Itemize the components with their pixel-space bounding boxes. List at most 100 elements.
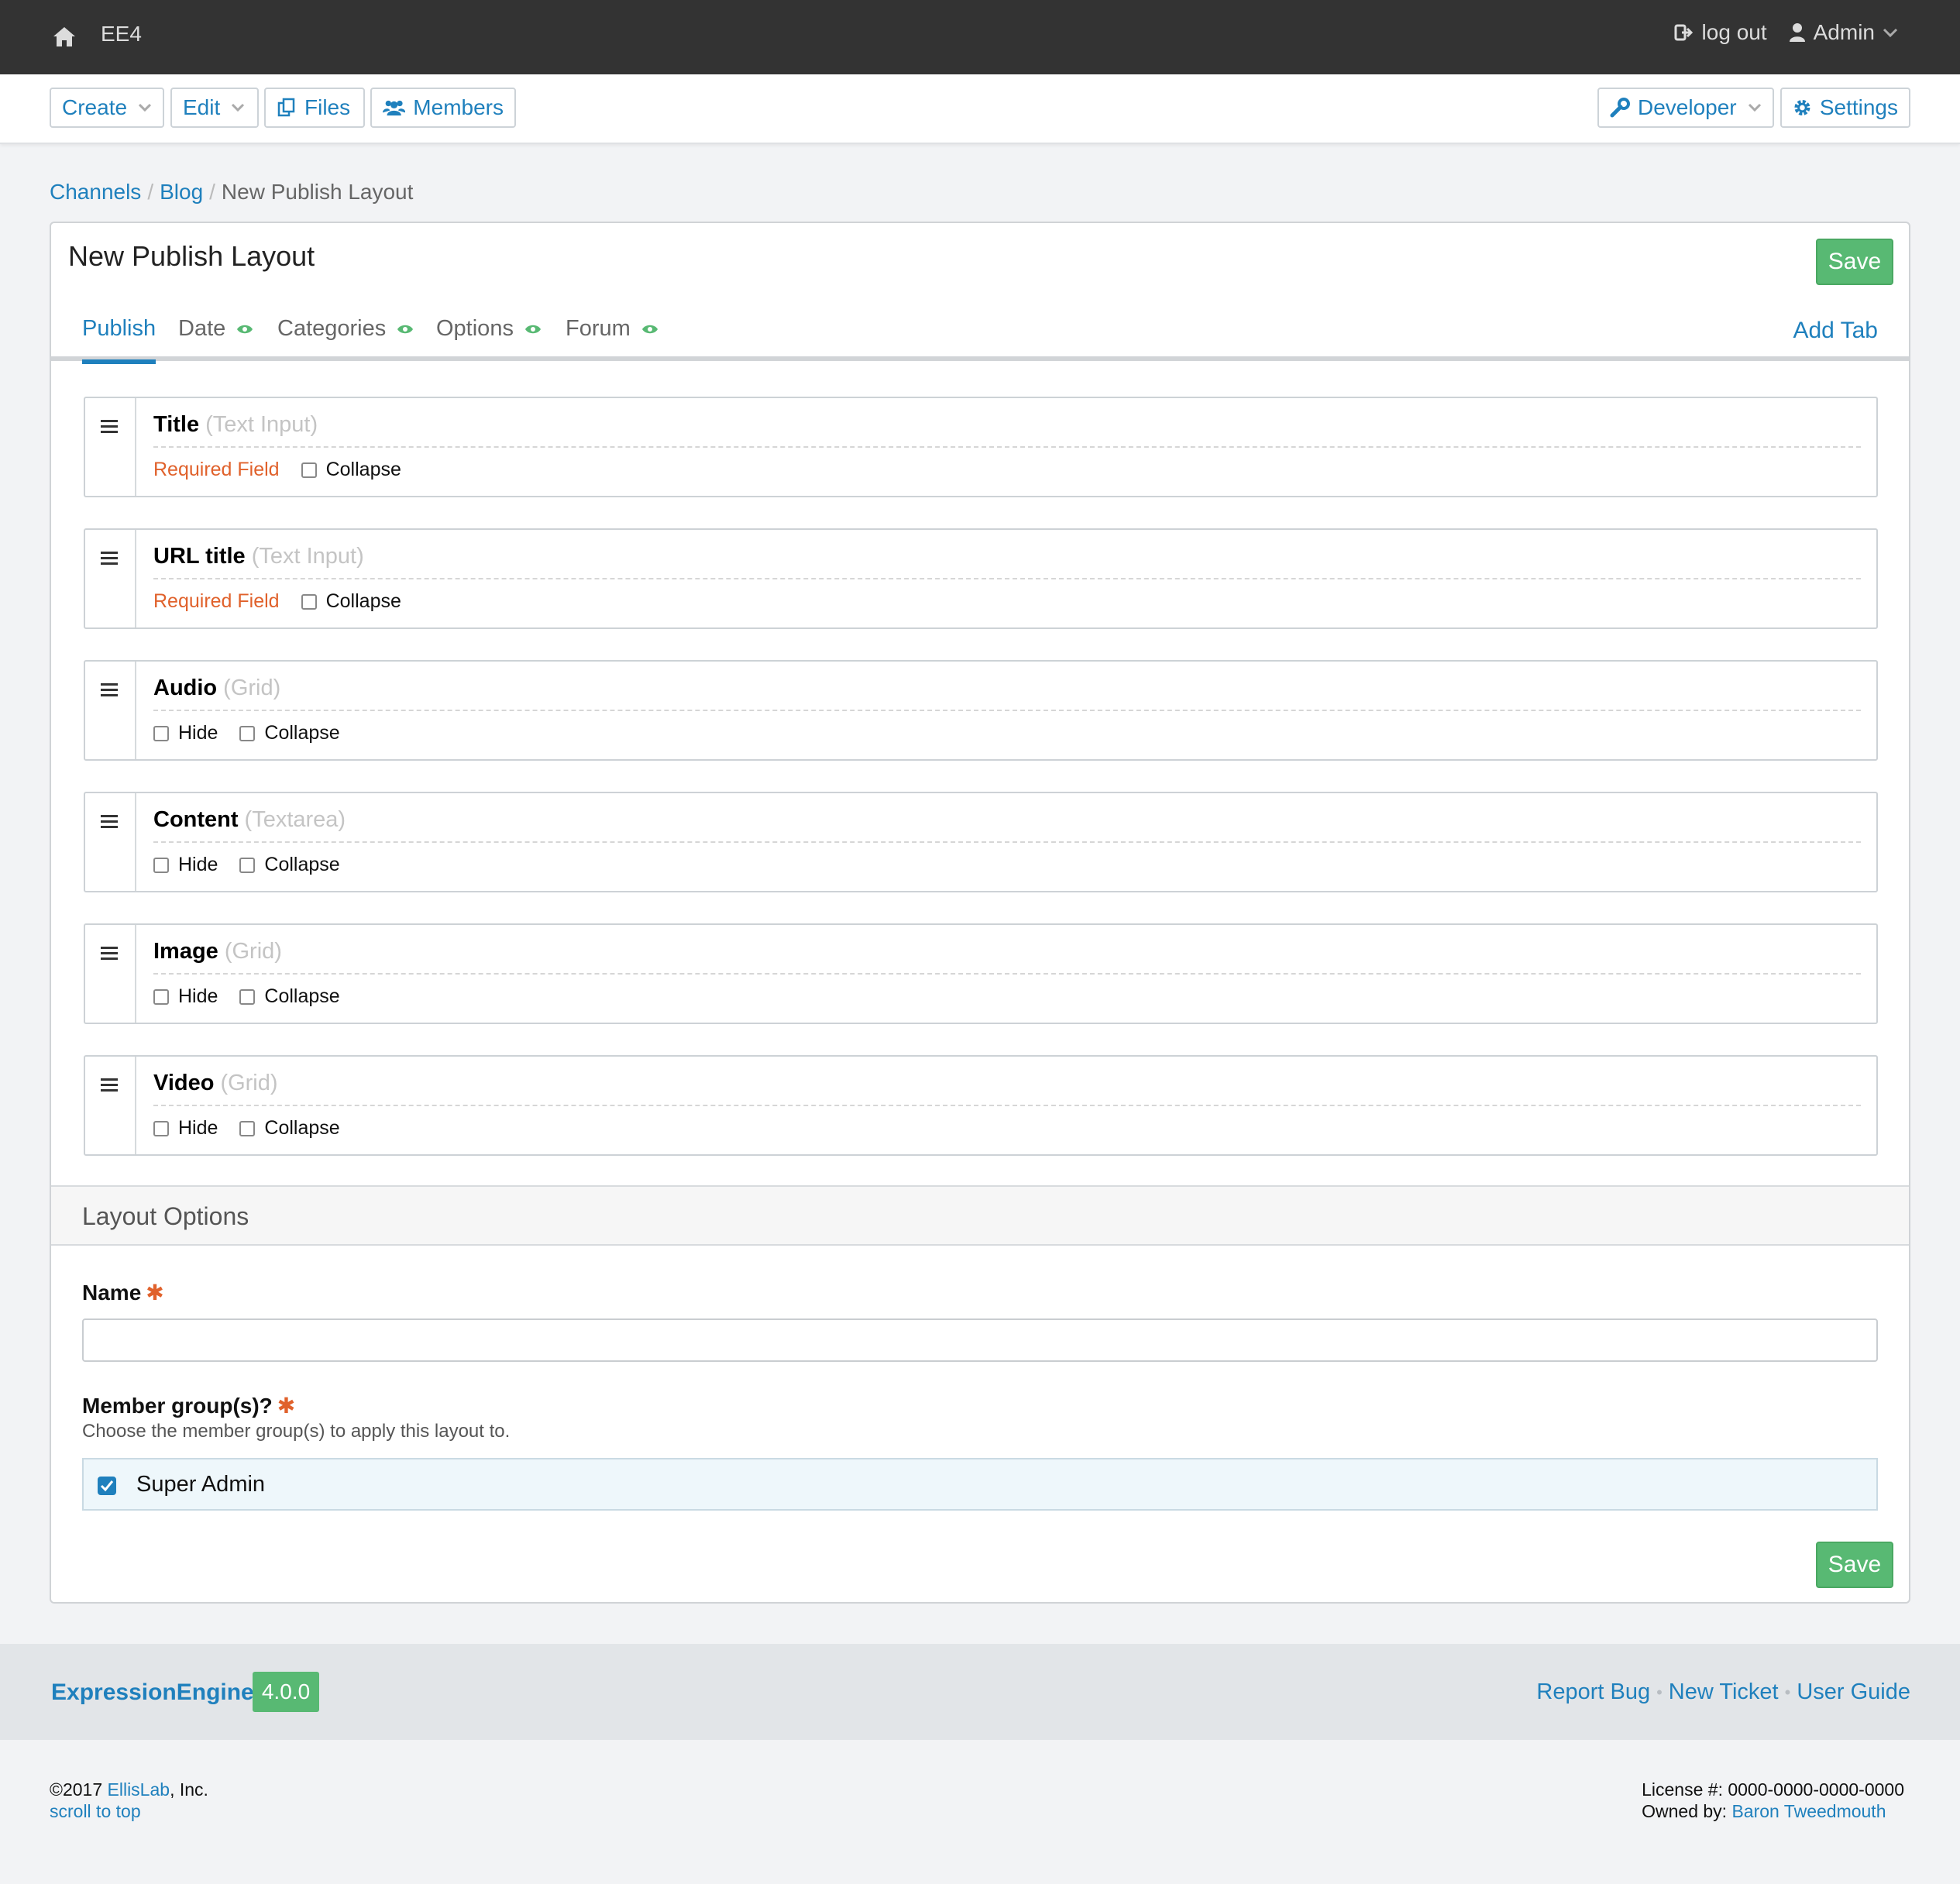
owner-link[interactable]: Baron Tweedmouth [1731, 1801, 1886, 1821]
check-icon [100, 1480, 114, 1492]
drag-handle[interactable] [85, 793, 136, 891]
hide-checkbox[interactable] [153, 725, 169, 741]
collapse-checkbox[interactable] [301, 462, 317, 478]
tab-date[interactable]: Date [178, 316, 253, 342]
logout-icon [1674, 24, 1693, 41]
save-button-top[interactable]: Save [1816, 239, 1893, 285]
drag-handle[interactable] [85, 398, 136, 496]
ellislab-link[interactable]: EllisLab [108, 1779, 170, 1800]
new-ticket-link[interactable]: New Ticket [1669, 1679, 1779, 1705]
owned-by-label: Owned by: [1642, 1801, 1732, 1821]
tab-publish[interactable]: Publish [82, 316, 156, 364]
field-type: (Textarea) [244, 807, 346, 832]
super-admin-checkbox[interactable] [98, 1477, 116, 1495]
collapse-option[interactable]: Collapse [239, 722, 340, 744]
create-label: Create [62, 95, 128, 119]
breadcrumb-blog[interactable]: Blog [160, 180, 203, 204]
required-star-icon: ✱ [146, 1281, 164, 1305]
collapse-option[interactable]: Collapse [301, 590, 401, 613]
drag-handle[interactable] [85, 1057, 136, 1154]
field-name-text: Content [153, 807, 239, 832]
layout-options-heading: Layout Options [51, 1185, 1909, 1246]
eye-icon[interactable] [397, 324, 414, 335]
tab-options[interactable]: Options [436, 316, 542, 342]
field-name-text: URL title [153, 544, 246, 569]
scroll-to-top-link[interactable]: scroll to top [50, 1801, 141, 1821]
collapse-checkbox[interactable] [239, 988, 256, 1005]
hide-option[interactable]: Hide [153, 1117, 218, 1140]
report-bug-link[interactable]: Report Bug [1536, 1679, 1650, 1705]
field-type: (Grid) [220, 1071, 278, 1095]
copyright-prefix: ©2017 [50, 1779, 108, 1800]
settings-button[interactable]: Settings [1780, 88, 1910, 128]
layout-form-box: New Publish Layout Save Publish Date Cat… [50, 222, 1910, 1604]
hide-checkbox[interactable] [153, 1120, 169, 1136]
collapse-option[interactable]: Collapse [239, 854, 340, 876]
field-row-content[interactable]: Content (Textarea) Hide Collapse [84, 792, 1878, 892]
home-icon[interactable] [51, 25, 77, 48]
collapse-option[interactable]: Collapse [239, 985, 340, 1008]
collapse-option[interactable]: Collapse [239, 1117, 340, 1140]
site-name-link[interactable]: EE4 [101, 22, 142, 46]
field-row-title[interactable]: Title (Text Input) Required Field Collaps… [84, 397, 1878, 497]
field-row-audio[interactable]: Audio (Grid) Hide Collapse [84, 660, 1878, 761]
tab-forum[interactable]: Forum [566, 316, 658, 342]
files-icon [277, 98, 295, 117]
user-menu[interactable]: Admin [1789, 20, 1898, 45]
breadcrumb-separator: / [147, 180, 154, 204]
hide-option[interactable]: Hide [153, 985, 218, 1008]
field-name: Video (Grid) [153, 1071, 278, 1096]
collapse-checkbox[interactable] [239, 1120, 256, 1136]
field-type: (Text Input) [251, 544, 364, 569]
user-label: Admin [1813, 20, 1875, 44]
eye-icon[interactable] [236, 324, 253, 335]
collapse-checkbox[interactable] [239, 857, 256, 873]
collapse-label: Collapse [264, 985, 340, 1007]
add-tab-link[interactable]: Add Tab [1793, 318, 1878, 344]
tab-categories[interactable]: Categories [277, 316, 414, 342]
user-guide-link[interactable]: User Guide [1797, 1679, 1910, 1705]
field-row-image[interactable]: Image (Grid) Hide Collapse [84, 923, 1878, 1024]
create-menu-button[interactable]: Create [50, 88, 164, 128]
collapse-option[interactable]: Collapse [301, 459, 401, 481]
hide-option[interactable]: Hide [153, 854, 218, 876]
breadcrumb-channels[interactable]: Channels [50, 180, 141, 204]
separator-dot: • [1656, 1682, 1663, 1702]
divider [153, 973, 1861, 975]
field-row-video[interactable]: Video (Grid) Hide Collapse [84, 1055, 1878, 1156]
collapse-checkbox[interactable] [239, 725, 256, 741]
tab-label: Date [178, 316, 226, 341]
edit-menu-button[interactable]: Edit [170, 88, 259, 128]
layout-name-input[interactable] [82, 1318, 1878, 1362]
drag-handle[interactable] [85, 530, 136, 627]
breadcrumb: Channels / Blog / New Publish Layout [50, 180, 413, 205]
eye-icon[interactable] [641, 324, 658, 335]
hide-checkbox[interactable] [153, 988, 169, 1005]
expressionengine-link[interactable]: ExpressionEngine [51, 1679, 254, 1706]
member-group-option-super-admin[interactable]: Super Admin [82, 1458, 1878, 1511]
field-row-url-title[interactable]: URL title (Text Input) Required Field Col… [84, 528, 1878, 629]
developer-menu-button[interactable]: Developer [1597, 88, 1774, 128]
drag-handle[interactable] [85, 925, 136, 1023]
divider [153, 1105, 1861, 1106]
settings-label: Settings [1819, 95, 1898, 119]
save-button-bottom[interactable]: Save [1816, 1542, 1893, 1588]
hide-label: Hide [178, 854, 218, 875]
collapse-label: Collapse [264, 854, 340, 875]
collapse-checkbox[interactable] [301, 593, 317, 610]
drag-handle[interactable] [85, 662, 136, 759]
hide-checkbox[interactable] [153, 857, 169, 873]
field-name: Image (Grid) [153, 939, 282, 964]
logout-label: log out [1701, 20, 1767, 44]
eye-icon[interactable] [524, 324, 542, 335]
members-button[interactable]: Members [370, 88, 516, 128]
version-badge: 4.0.0 [253, 1672, 319, 1712]
collapse-label: Collapse [325, 590, 401, 612]
chevron-down-icon [1748, 103, 1761, 112]
hide-option[interactable]: Hide [153, 722, 218, 744]
field-name: URL title (Text Input) [153, 544, 364, 569]
files-button[interactable]: Files [264, 88, 365, 128]
logout-link[interactable]: log out [1674, 20, 1767, 45]
reorder-icon [101, 552, 118, 565]
required-field-label: Required Field [153, 590, 280, 612]
